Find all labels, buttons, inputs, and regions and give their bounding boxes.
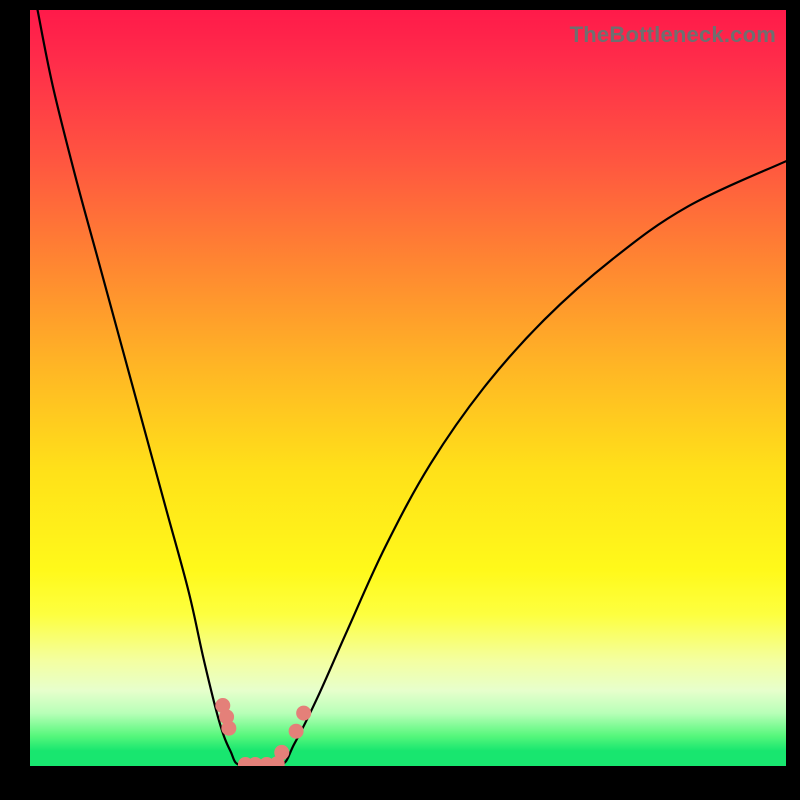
data-marker [274,745,289,760]
data-marker [221,721,236,736]
curve-group [38,10,786,766]
data-marker [289,724,304,739]
curve-plot [30,10,786,766]
marker-group [215,698,311,766]
data-marker [296,706,311,721]
bottleneck-curve [38,10,786,766]
chart-frame: TheBottleneck.com [30,10,786,766]
